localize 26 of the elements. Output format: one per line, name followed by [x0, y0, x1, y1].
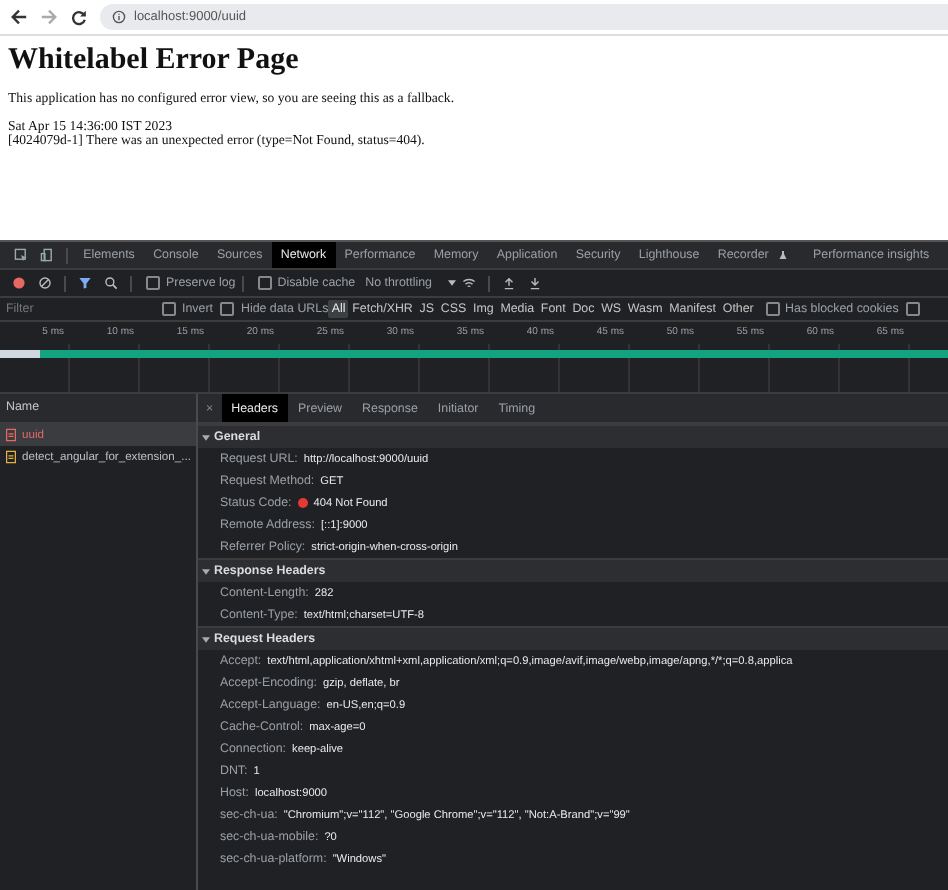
device-toggle-icon[interactable] — [40, 248, 54, 262]
back-arrow-icon[interactable] — [10, 8, 28, 26]
upload-icon[interactable] — [502, 276, 516, 290]
preserve-log-checkbox[interactable] — [146, 276, 160, 290]
flask-icon — [777, 250, 788, 260]
checkbox[interactable] — [906, 302, 921, 316]
blocked-cookies-checkbox[interactable] — [765, 302, 780, 316]
search-icon[interactable] — [104, 276, 118, 290]
filter-icon[interactable] — [78, 276, 92, 290]
download-icon[interactable] — [528, 276, 542, 290]
invert-checkbox[interactable] — [162, 302, 176, 316]
record-button-icon[interactable] — [12, 276, 26, 290]
hide-data-urls-checkbox[interactable] — [220, 302, 235, 316]
inspect-icon[interactable] — [14, 248, 28, 262]
disclosure-triangle-icon — [202, 567, 210, 575]
disable-cache-checkbox[interactable] — [257, 276, 272, 290]
disclosure-triangle-icon — [202, 635, 210, 643]
reload-icon[interactable] — [70, 8, 88, 26]
info-icon — [112, 10, 126, 24]
wifi-icon[interactable] — [462, 276, 476, 290]
page-heading: Whitelabel Error Page — [8, 44, 301, 78]
disclosure-triangle-icon — [202, 433, 210, 441]
file-icon — [6, 428, 16, 442]
file-icon — [6, 450, 16, 464]
clear-icon[interactable] — [38, 276, 52, 290]
caret-icon — [448, 280, 456, 286]
